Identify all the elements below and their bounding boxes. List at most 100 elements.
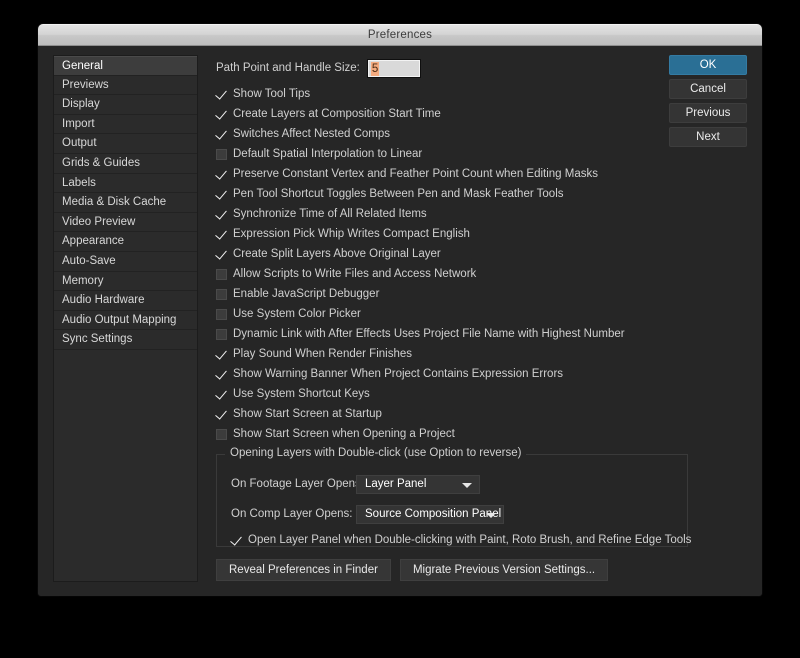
preferences-dialog: Preferences General Previews Display Import… xyxy=(38,24,762,596)
sidebar-item-label: General xyxy=(62,60,103,72)
sidebar-item-sync-settings[interactable]: Sync Settings xyxy=(54,330,197,350)
sidebar-item-label: Previews xyxy=(62,78,109,91)
checkbox-empty-icon xyxy=(216,429,227,440)
sidebar-item-auto-save[interactable]: Auto-Save xyxy=(54,252,197,272)
checkbox-allow-scripts-to-write-files-and-access-network[interactable]: Allow Scripts to Write Files and Access … xyxy=(216,265,686,285)
sidebar-item-appearance[interactable]: Appearance xyxy=(54,232,197,252)
checkbox-check-icon xyxy=(216,209,227,220)
chevron-down-icon xyxy=(486,512,496,518)
checkbox-dynamic-link-with-after-effects-uses-project-file-name-with-highest-number[interactable]: Dynamic Link with After Effects Uses Pro… xyxy=(216,325,686,345)
sidebar-item-output[interactable]: Output xyxy=(54,134,197,154)
on-comp-layer-dropdown[interactable]: Source Composition Panel xyxy=(356,504,504,524)
button-cancel[interactable]: Cancel xyxy=(669,79,747,99)
sidebar-item-memory[interactable]: Memory xyxy=(54,272,197,292)
sidebar-item-import[interactable]: Import xyxy=(54,115,197,135)
path-point-size-input[interactable]: 5 xyxy=(366,58,421,78)
checkbox-use-system-color-picker[interactable]: Use System Color Picker xyxy=(216,305,686,325)
checkbox-label: Dynamic Link with After Effects Uses Pro… xyxy=(233,328,625,340)
sidebar-item-label: Memory xyxy=(62,274,104,287)
on-footage-layer-dropdown[interactable]: Layer Panel xyxy=(356,474,480,494)
sidebar-item-label: Audio Output Mapping xyxy=(62,313,177,326)
checkbox-label: Switches Affect Nested Comps xyxy=(233,128,391,140)
desktop-background: Preferences General Previews Display Import… xyxy=(0,0,800,658)
checkbox-show-tool-tips[interactable]: Show Tool Tips xyxy=(216,85,686,105)
sidebar-item-labels[interactable]: Labels xyxy=(54,174,197,194)
checkbox-create-layers-at-composition-start-time[interactable]: Create Layers at Composition Start Time xyxy=(216,105,686,125)
sidebar-item-previews[interactable]: Previews xyxy=(54,76,197,96)
checkbox-label: Use System Color Picker xyxy=(233,308,361,320)
sidebar-item-label: Appearance xyxy=(62,235,125,248)
on-comp-layer-label: On Comp Layer Opens: xyxy=(231,508,353,520)
sidebar-item-label: Import xyxy=(62,117,95,130)
checkbox-show-start-screen-when-opening-a-project[interactable]: Show Start Screen when Opening a Project xyxy=(216,425,686,445)
general-options-list: Show Tool Tips Create Layers at Compositi… xyxy=(216,85,686,445)
on-comp-layer-value: Source Composition Panel xyxy=(365,508,502,520)
checkbox-default-spatial-interpolation-to-linear[interactable]: Default Spatial Interpolation to Linear xyxy=(216,145,686,165)
checkbox-label: Play Sound When Render Finishes xyxy=(233,348,412,360)
checkbox-check-icon xyxy=(216,169,227,180)
checkbox-play-sound-when-render-finishes[interactable]: Play Sound When Render Finishes xyxy=(216,345,686,365)
checkbox-expression-pick-whip-writes-compact-english[interactable]: Expression Pick Whip Writes Compact Engl… xyxy=(216,225,686,245)
sidebar-item-label: Auto-Save xyxy=(62,254,116,267)
sidebar-item-label: Video Preview xyxy=(62,215,136,228)
sidebar-item-label: Output xyxy=(62,137,97,150)
checkbox-preserve-constant-vertex-and-feather-point-count-when-editing-masks[interactable]: Preserve Constant Vertex and Feather Poi… xyxy=(216,165,686,185)
button-next[interactable]: Next xyxy=(669,127,747,147)
dialog-body: General Previews Display Import Output Grids … xyxy=(38,46,762,596)
sidebar-item-label: Media & Disk Cache xyxy=(62,196,167,209)
open-layer-panel-checkbox[interactable]: Open Layer Panel when Double-clicking wi… xyxy=(231,531,691,551)
checkbox-empty-icon xyxy=(216,289,227,300)
checkbox-show-warning-banner-when-project-contains-expression-errors[interactable]: Show Warning Banner When Project Contain… xyxy=(216,365,686,385)
checkbox-empty-icon xyxy=(216,329,227,340)
checkbox-label: Synchronize Time of All Related Items xyxy=(233,208,427,220)
button-migrate-previous-version-settings[interactable]: Migrate Previous Version Settings... xyxy=(399,559,609,581)
checkbox-check-icon xyxy=(231,535,242,546)
checkbox-label: Show Start Screen at Startup xyxy=(233,408,382,420)
sidebar-item-grids-guides[interactable]: Grids & Guides xyxy=(54,154,197,174)
checkbox-create-split-layers-above-original-layer[interactable]: Create Split Layers Above Original Layer xyxy=(216,245,686,265)
checkbox-label: Use System Shortcut Keys xyxy=(233,388,370,400)
checkbox-empty-icon xyxy=(216,269,227,280)
dialog-title: Preferences xyxy=(367,29,433,41)
checkbox-show-start-screen-at-startup[interactable]: Show Start Screen at Startup xyxy=(216,405,686,425)
sidebar-item-audio-output-mapping[interactable]: Audio Output Mapping xyxy=(54,311,197,331)
button-reveal-preferences-in-finder[interactable]: Reveal Preferences in Finder xyxy=(216,559,391,581)
opening-layers-group-label: Opening Layers with Double-click (use Op… xyxy=(225,447,527,459)
on-footage-layer-row: On Footage Layer Opens: Layer Panel xyxy=(231,472,687,496)
sidebar-item-media-disk-cache[interactable]: Media & Disk Cache xyxy=(54,193,197,213)
path-point-size-row: Path Point and Handle Size: 5 xyxy=(216,55,686,81)
path-point-size-label: Path Point and Handle Size: xyxy=(216,62,360,74)
sidebar-item-audio-hardware[interactable]: Audio Hardware xyxy=(54,291,197,311)
checkbox-synchronize-time-of-all-related-items[interactable]: Synchronize Time of All Related Items xyxy=(216,205,686,225)
sidebar-item-display[interactable]: Display xyxy=(54,95,197,115)
checkbox-use-system-shortcut-keys[interactable]: Use System Shortcut Keys xyxy=(216,385,686,405)
checkbox-label: Allow Scripts to Write Files and Access … xyxy=(233,268,477,280)
preferences-category-list[interactable]: General Previews Display Import Output Grids … xyxy=(53,55,198,582)
dialog-titlebar[interactable]: Preferences xyxy=(38,24,762,46)
path-point-size-value: 5 xyxy=(370,61,380,76)
sidebar-item-video-preview[interactable]: Video Preview xyxy=(54,213,197,233)
preferences-action-buttons: Reveal Preferences in Finder Migrate Prev… xyxy=(216,559,686,581)
checkbox-check-icon xyxy=(216,369,227,380)
checkbox-label: Pen Tool Shortcut Toggles Between Pen an… xyxy=(233,188,564,200)
checkbox-label: Create Layers at Composition Start Time xyxy=(233,108,441,120)
checkbox-label: Expression Pick Whip Writes Compact Engl… xyxy=(233,228,470,240)
sidebar-item-label: Audio Hardware xyxy=(62,294,145,307)
sidebar-item-general[interactable]: General xyxy=(54,56,197,76)
preferences-main-pane: Path Point and Handle Size: 5 Show Tool … xyxy=(216,55,691,581)
button-ok[interactable]: OK xyxy=(669,55,747,75)
checkbox-check-icon xyxy=(216,409,227,420)
checkbox-switches-affect-nested-comps[interactable]: Switches Affect Nested Comps xyxy=(216,125,686,145)
checkbox-pen-tool-shortcut-toggles-between-pen-and-mask-feather-tools[interactable]: Pen Tool Shortcut Toggles Between Pen an… xyxy=(216,185,686,205)
button-previous[interactable]: Previous xyxy=(669,103,747,123)
on-footage-layer-value: Layer Panel xyxy=(365,478,427,490)
opening-layers-group: Opening Layers with Double-click (use Op… xyxy=(216,447,691,547)
dialog-button-column: OK Cancel Previous Next xyxy=(669,55,747,147)
checkbox-enable-javascript-debugger[interactable]: Enable JavaScript Debugger xyxy=(216,285,686,305)
open-layer-panel-label: Open Layer Panel when Double-clicking wi… xyxy=(248,534,692,546)
checkbox-empty-icon xyxy=(216,309,227,320)
checkbox-check-icon xyxy=(216,129,227,140)
checkbox-empty-icon xyxy=(216,149,227,160)
checkbox-check-icon xyxy=(216,89,227,100)
checkbox-check-icon xyxy=(216,249,227,260)
